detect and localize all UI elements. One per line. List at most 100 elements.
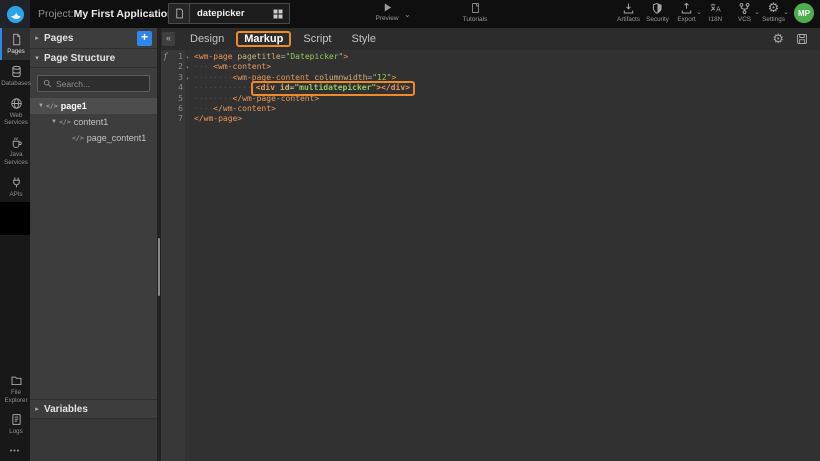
indent-whitespace: ············ bbox=[194, 83, 252, 92]
code-line-1[interactable]: f1▾<wm-page pagetitle="Datepicker"> bbox=[161, 52, 820, 62]
sidebar-item-label: APIs bbox=[9, 191, 22, 199]
code-token: </wm-page-content> bbox=[233, 94, 320, 103]
collapse-panel-button[interactable]: « bbox=[162, 32, 175, 46]
indent-whitespace: ···· bbox=[194, 62, 213, 71]
code-line-7[interactable]: 7</wm-page> bbox=[161, 114, 820, 124]
structure-search-box[interactable] bbox=[37, 75, 150, 92]
sidebar-item-file-explorer[interactable]: File Explorer bbox=[0, 369, 30, 409]
code-text: <wm-page pagetitle="Datepicker"> bbox=[185, 52, 348, 62]
i18n-button[interactable]: A I18N bbox=[701, 2, 730, 23]
topbar-item-label: Artifacts bbox=[617, 16, 640, 23]
tree-item-label: page1 bbox=[61, 101, 87, 111]
pages-section-label: Pages bbox=[44, 33, 73, 44]
gutter-line-number: 5 bbox=[161, 94, 185, 104]
structure-expand-caret-icon[interactable]: ▾ bbox=[30, 54, 44, 62]
wavemaker-logo[interactable] bbox=[0, 0, 30, 28]
grid-view-icon[interactable] bbox=[272, 8, 284, 20]
page-structure-header[interactable]: ▾ Page Structure bbox=[30, 49, 157, 68]
export-icon bbox=[680, 2, 693, 15]
security-button[interactable]: Security bbox=[643, 2, 672, 23]
page-tab-label: datepicker bbox=[190, 8, 272, 19]
tab-script[interactable]: Script bbox=[295, 31, 339, 47]
add-page-button[interactable]: + bbox=[137, 31, 152, 46]
tree-item-page1[interactable]: ▼</>page1 bbox=[30, 98, 157, 114]
topbar-item-label: Export bbox=[677, 16, 695, 23]
code-line-2[interactable]: 2▾····<wm-content> bbox=[161, 62, 820, 72]
user-avatar[interactable]: MP bbox=[794, 3, 814, 23]
page-tab-datepicker[interactable]: datepicker bbox=[168, 3, 290, 24]
code-line-6[interactable]: 6····</wm-content> bbox=[161, 104, 820, 114]
tree-expand-caret-icon[interactable]: ▼ bbox=[36, 103, 46, 109]
code-token: ></div> bbox=[376, 83, 410, 92]
resize-handle[interactable] bbox=[158, 238, 160, 296]
indent-whitespace: ···· bbox=[194, 104, 213, 113]
tab-design[interactable]: Design bbox=[182, 31, 232, 47]
page-file-icon bbox=[169, 4, 190, 23]
pages-panel: ▸ Pages + ▾ Page Structure ▼</>page1▼</>… bbox=[30, 28, 157, 461]
page-settings-gear-icon[interactable]: ⚙ bbox=[772, 33, 784, 46]
pages-icon bbox=[10, 33, 23, 46]
tree-item-content1[interactable]: ▼</>content1 bbox=[30, 114, 157, 130]
topbar-item-label: I18N bbox=[709, 16, 722, 23]
sidebar-item-label: Databases bbox=[1, 80, 31, 88]
code-token: </wm-content> bbox=[213, 104, 276, 113]
fold-caret-icon[interactable]: ▾ bbox=[186, 53, 189, 63]
sidebar-item-web-services[interactable]: Web Services bbox=[0, 92, 30, 132]
file-explorer-icon bbox=[10, 374, 23, 387]
sidebar-item-pages[interactable]: Pages bbox=[0, 28, 30, 60]
sidebar-item-databases[interactable]: Databases bbox=[0, 60, 30, 92]
more-options-button[interactable]: ••• bbox=[0, 440, 30, 461]
wavemaker-studio-window: Project:My First Application › datepicke… bbox=[0, 0, 820, 461]
topbar-item-label: Security bbox=[646, 16, 669, 23]
gutter-line-number: 7 bbox=[161, 114, 185, 124]
settings-button[interactable]: ⚙Settings⌄ bbox=[759, 2, 788, 23]
widget-code-icon: </> bbox=[72, 134, 84, 142]
preview-button[interactable]: Preview bbox=[370, 2, 404, 22]
search-icon bbox=[43, 79, 52, 88]
tutorials-icon bbox=[470, 2, 481, 14]
code-text: ············<div id="multidatepicker"></… bbox=[185, 83, 414, 93]
sidebar-item-label: Pages bbox=[7, 48, 25, 56]
search-input[interactable] bbox=[56, 79, 144, 89]
settings-icon: ⚙ bbox=[768, 2, 780, 15]
widget-code-icon: </> bbox=[46, 102, 58, 110]
security-icon bbox=[651, 2, 664, 15]
code-text: ········</wm-page-content> bbox=[185, 94, 319, 104]
panel-resize-divider[interactable] bbox=[157, 28, 161, 461]
tab-markup[interactable]: Markup bbox=[236, 31, 291, 47]
variables-section-label: Variables bbox=[44, 404, 88, 415]
tree-expand-caret-icon[interactable]: ▼ bbox=[49, 119, 59, 125]
project-name: My First Application bbox=[74, 8, 174, 20]
vcs-icon bbox=[738, 2, 751, 15]
code-token: <wm-content> bbox=[213, 62, 271, 71]
pages-section-header[interactable]: ▸ Pages + bbox=[30, 28, 157, 49]
rail-divider-block bbox=[0, 202, 30, 235]
gutter-marker-icon: f bbox=[164, 52, 167, 62]
tutorials-button[interactable]: Tutorials bbox=[458, 2, 492, 23]
fold-caret-icon[interactable]: ▾ bbox=[186, 74, 189, 84]
export-button[interactable]: Export⌄ bbox=[672, 2, 701, 23]
code-line-4[interactable]: 4············<div id="multidatepicker"><… bbox=[161, 83, 820, 93]
sidebar-item-logs[interactable]: Logs bbox=[0, 408, 30, 440]
variables-collapse-caret-icon[interactable]: ▸ bbox=[30, 405, 44, 413]
vcs-button[interactable]: VCS⌄ bbox=[730, 2, 759, 23]
chevron-down-icon: ⌄ bbox=[783, 8, 789, 16]
artifacts-icon bbox=[622, 2, 635, 15]
artifacts-button[interactable]: Artifacts bbox=[614, 2, 643, 23]
svg-text:A: A bbox=[716, 5, 721, 13]
code-text: ····<wm-content> bbox=[185, 62, 271, 72]
sidebar-item-java-services[interactable]: Java Services bbox=[0, 131, 30, 171]
preview-chevron-icon[interactable]: ⌄ bbox=[404, 10, 411, 19]
code-text: ····</wm-content> bbox=[185, 104, 276, 114]
gutter-line-number: 2▾ bbox=[161, 62, 185, 72]
sidebar-item-apis[interactable]: APIs bbox=[0, 171, 30, 203]
pages-collapse-caret-icon[interactable]: ▸ bbox=[30, 34, 44, 42]
fold-caret-icon[interactable]: ▾ bbox=[186, 63, 189, 73]
indent-whitespace: ········ bbox=[194, 94, 233, 103]
markup-code-editor[interactable]: f1▾<wm-page pagetitle="Datepicker">2▾···… bbox=[161, 50, 820, 461]
variables-section-header[interactable]: ▸ Variables bbox=[30, 399, 157, 419]
code-line-5[interactable]: 5········</wm-page-content> bbox=[161, 94, 820, 104]
tree-item-page_content1[interactable]: </>page_content1 bbox=[30, 130, 157, 146]
save-icon[interactable] bbox=[796, 33, 808, 45]
tab-style[interactable]: Style bbox=[344, 31, 384, 47]
